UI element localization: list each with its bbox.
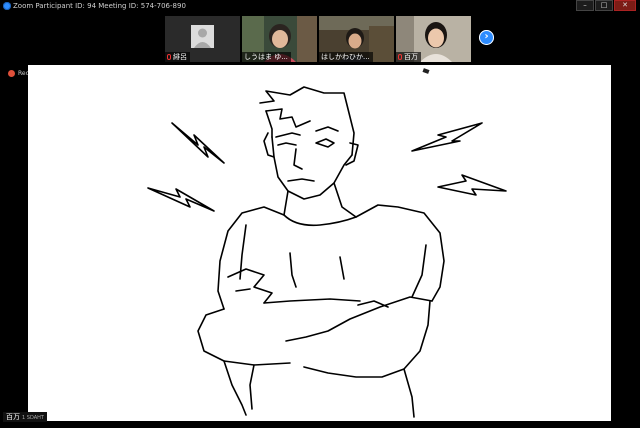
record-icon: [8, 70, 15, 77]
participant-label: しうはま ゆ...: [242, 52, 291, 62]
shared-screen[interactable]: [28, 65, 611, 421]
recording-indicator: Rec: [8, 70, 29, 77]
active-speaker-name: 百万: [6, 413, 20, 421]
next-page-button[interactable]: ›: [479, 30, 494, 45]
muted-mic-icon: [398, 54, 402, 60]
participant-name: 百万: [404, 53, 418, 61]
window-controls: – □ ✕: [576, 0, 636, 11]
pen-cursor-icon: [422, 68, 430, 74]
participant-name: はしかわひか...: [321, 53, 370, 61]
maximize-button[interactable]: □: [595, 0, 613, 11]
shared-drawing: [147, 86, 507, 418]
close-button[interactable]: ✕: [614, 0, 636, 11]
active-speaker-tag: 1 SDAHT: [22, 415, 44, 421]
zoom-app-icon: [3, 2, 11, 10]
participant-tile[interactable]: はしかわひか...: [319, 16, 394, 62]
participant-name: しうはま ゆ...: [244, 53, 288, 61]
participant-label: 緋呂: [165, 52, 190, 62]
title-bar: Zoom Participant ID: 94 Meeting ID: 574-…: [0, 0, 640, 12]
participant-tile[interactable]: 百万: [396, 16, 471, 62]
participant-tile[interactable]: 緋呂: [165, 16, 240, 62]
participant-name: 緋呂: [173, 53, 187, 61]
participant-tile[interactable]: しうはま ゆ...: [242, 16, 317, 62]
participant-label: 百万: [396, 52, 421, 62]
active-speaker-label: 百万 1 SDAHT: [3, 412, 47, 422]
muted-mic-icon: [167, 54, 171, 60]
participant-label: はしかわひか...: [319, 52, 373, 62]
participant-video-strip: 緋呂 しうはま ゆ... はしかわひか... 百万: [165, 16, 471, 62]
window-title: Zoom Participant ID: 94 Meeting ID: 574-…: [13, 2, 186, 10]
minimize-button[interactable]: –: [576, 0, 594, 11]
